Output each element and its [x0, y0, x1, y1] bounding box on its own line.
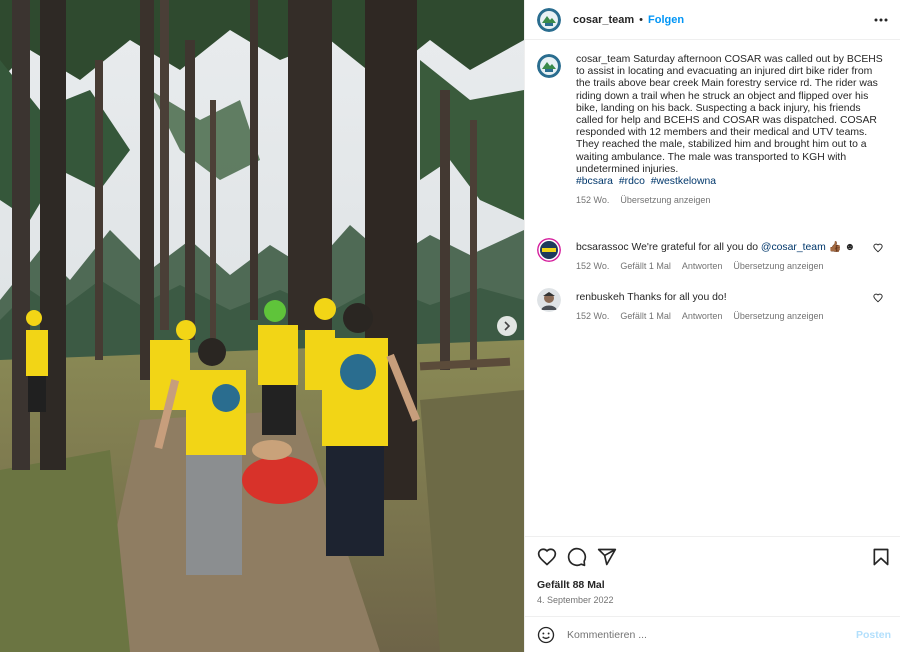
reply-button[interactable]: Antworten: [682, 261, 723, 271]
emoji-icon[interactable]: [537, 626, 555, 644]
hashtag-link[interactable]: #westkelowna: [651, 176, 716, 187]
commenter-avatar[interactable]: [537, 288, 561, 312]
comment-like-icon[interactable]: [873, 243, 883, 253]
comment-emoji: 👍🏾 ☻: [828, 242, 856, 253]
bookmark-icon[interactable]: [871, 547, 891, 567]
comment-item: renbuskeh Thanks for all you do! 152 Wo.…: [537, 288, 887, 321]
author-avatar[interactable]: [537, 7, 561, 32]
comment-likes-link[interactable]: Gefällt 1 Mal: [620, 261, 671, 271]
caption-avatar[interactable]: [537, 54, 561, 78]
chevron-right-icon: [504, 321, 511, 331]
post-photo: [0, 0, 524, 652]
comment-text: bcsarassoc We're grateful for all you do…: [576, 242, 887, 254]
next-image-button[interactable]: [497, 316, 517, 336]
likes-count[interactable]: Gefällt 88 Mal: [537, 579, 605, 591]
share-send-icon[interactable]: [597, 547, 617, 567]
follow-button[interactable]: Folgen: [648, 14, 684, 26]
user-avatar-icon: [537, 288, 561, 312]
cosar-logo-icon: [537, 54, 561, 78]
reply-button[interactable]: Antworten: [682, 311, 723, 321]
comment-likes-link[interactable]: Gefällt 1 Mal: [620, 311, 671, 321]
comment-username[interactable]: bcsarassoc: [576, 242, 629, 253]
post-date: 4. September 2022: [537, 595, 614, 605]
comment-like-icon[interactable]: [873, 293, 883, 303]
bcsara-logo-icon: [537, 238, 561, 262]
translate-link[interactable]: Übersetzung anzeigen: [733, 311, 823, 321]
comment-body: Thanks for all you do!: [627, 292, 727, 303]
like-heart-icon[interactable]: [537, 547, 557, 567]
caption-meta: 152 Wo. Übersetzung anzeigen: [576, 195, 887, 205]
post-side-panel: cosar_team • Folgen cosar_team Saturday …: [524, 0, 900, 652]
cosar-logo-icon: [537, 7, 561, 32]
caption-age: 152 Wo.: [576, 195, 610, 206]
post-comment-button[interactable]: Posten: [856, 629, 891, 641]
hashtag-link[interactable]: #rdco: [619, 176, 645, 187]
comment-meta: 152 Wo. Gefällt 1 Mal Antworten Übersetz…: [576, 261, 887, 271]
comment-text: renbuskeh Thanks for all you do!: [576, 292, 887, 304]
caption-text: cosar_team Saturday afternoon COSAR was …: [576, 54, 887, 176]
translate-link[interactable]: Übersetzung anzeigen: [733, 261, 823, 271]
comment-bubble-icon[interactable]: [567, 547, 587, 567]
more-horizontal-icon: [874, 18, 888, 22]
caption-hashtags: #bcsara #rdco #westkelowna: [576, 176, 887, 188]
author-username[interactable]: cosar_team: [573, 14, 634, 26]
comment-input[interactable]: [567, 628, 837, 641]
comment-meta: 152 Wo. Gefällt 1 Mal Antworten Übersetz…: [576, 311, 887, 321]
comment-username[interactable]: renbuskeh: [576, 292, 625, 303]
commenter-avatar[interactable]: [537, 238, 561, 262]
post-header: cosar_team • Folgen: [525, 0, 900, 40]
caption-block: cosar_team Saturday afternoon COSAR was …: [537, 54, 887, 205]
comment-body: We're grateful for all you do: [631, 242, 758, 253]
separator-dot: •: [639, 13, 644, 26]
mention-link[interactable]: @cosar_team: [761, 242, 826, 253]
post-actions: Gefällt 88 Mal 4. September 2022: [525, 536, 900, 616]
caption-body: Saturday afternoon COSAR was called out …: [576, 54, 883, 175]
comment-composer: Posten: [525, 616, 900, 652]
caption-username[interactable]: cosar_team: [576, 54, 630, 65]
comment-item: bcsarassoc We're grateful for all you do…: [537, 238, 887, 271]
hashtag-link[interactable]: #bcsara: [576, 176, 613, 187]
rescue-scene-image: [0, 0, 524, 652]
translate-link[interactable]: Übersetzung anzeigen: [620, 195, 710, 205]
comment-age: 152 Wo.: [576, 311, 610, 322]
comment-age: 152 Wo.: [576, 261, 610, 272]
more-options-button[interactable]: [873, 12, 889, 28]
